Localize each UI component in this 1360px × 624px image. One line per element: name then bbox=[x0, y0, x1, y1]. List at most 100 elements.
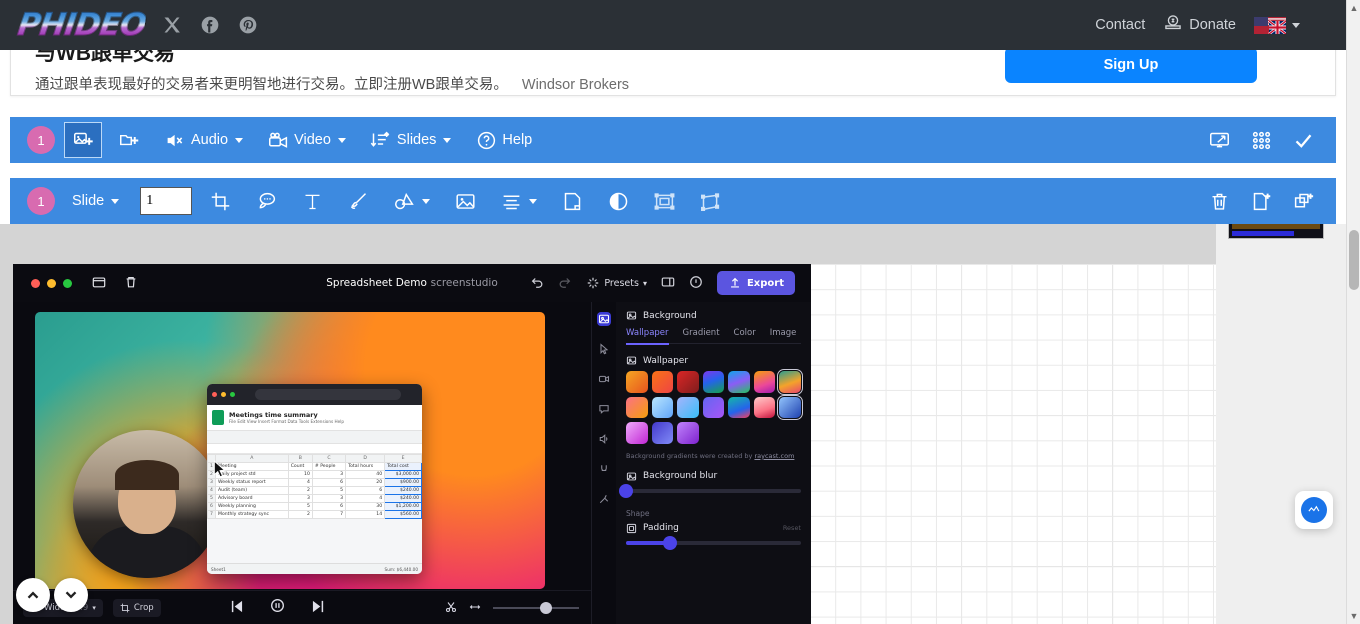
wallpaper-swatch-grid[interactable] bbox=[626, 371, 801, 444]
address-bar[interactable] bbox=[255, 389, 401, 400]
add-image-button[interactable] bbox=[65, 123, 101, 157]
table-cell[interactable]: 6 bbox=[312, 503, 345, 511]
insert-image-tool[interactable] bbox=[447, 184, 483, 218]
table-cell[interactable]: 3 bbox=[312, 471, 345, 479]
table-row[interactable]: 5Advisory board334$240.00 bbox=[208, 495, 422, 503]
table-cell[interactable]: Advisory board bbox=[216, 495, 289, 503]
panel-rail[interactable] bbox=[592, 302, 616, 624]
rail-comment-icon[interactable] bbox=[597, 402, 611, 416]
wallpaper-swatch[interactable] bbox=[652, 397, 674, 419]
webcam-bubble[interactable] bbox=[73, 430, 221, 578]
monitor-expand-icon[interactable] bbox=[1208, 129, 1230, 151]
table-cell[interactable]: $900.00 bbox=[385, 479, 422, 487]
table-cell[interactable]: $1,200.00 bbox=[385, 503, 422, 511]
minimize-dot[interactable] bbox=[47, 279, 56, 288]
table-cell[interactable]: $3,000.00 bbox=[385, 471, 422, 479]
screenstudio-preview-stage[interactable]: Meetings time summary File Edit View Ins… bbox=[13, 302, 591, 590]
slide-canvas-image[interactable]: Spreadsheet Demo screenstudio Presets ▾ … bbox=[13, 264, 811, 624]
maximize-dot[interactable] bbox=[63, 279, 72, 288]
scrollbar-thumb[interactable] bbox=[1349, 230, 1359, 290]
rail-background-icon[interactable] bbox=[597, 312, 611, 326]
help-menu[interactable]: Help bbox=[468, 123, 539, 157]
table-cell[interactable]: 2 bbox=[288, 487, 312, 495]
export-button[interactable]: Export bbox=[717, 271, 795, 295]
table-cell[interactable]: 14 bbox=[346, 511, 385, 519]
rail-camera-icon[interactable] bbox=[597, 372, 611, 386]
video-menu[interactable]: Video bbox=[260, 123, 353, 157]
table-cell[interactable]: 3 bbox=[312, 495, 345, 503]
wallpaper-swatch[interactable] bbox=[728, 397, 750, 419]
background-tab-wallpaper[interactable]: Wallpaper bbox=[626, 328, 669, 345]
background-tabs[interactable]: WallpaperGradientColorImage bbox=[626, 328, 801, 344]
comment-tool[interactable] bbox=[248, 184, 284, 218]
table-cell[interactable]: 40 bbox=[346, 471, 385, 479]
wallpaper-swatch[interactable] bbox=[754, 397, 776, 419]
table-cell[interactable]: $240.00 bbox=[385, 487, 422, 495]
donate-link[interactable]: Donate bbox=[1163, 13, 1236, 37]
table-cell[interactable]: 5 bbox=[312, 487, 345, 495]
background-tab-color[interactable]: Color bbox=[734, 328, 756, 338]
language-selector[interactable] bbox=[1254, 17, 1300, 34]
timeline-zoom-slider[interactable] bbox=[493, 607, 579, 609]
fit-width-icon[interactable] bbox=[469, 598, 481, 617]
undo-icon[interactable] bbox=[530, 275, 544, 292]
table-row[interactable]: 2Daily project std10340$3,000.00 bbox=[208, 471, 422, 479]
slide-dropdown[interactable]: Slide bbox=[65, 184, 126, 218]
table-row[interactable]: 6Weekly planning5630$1,200.00 bbox=[208, 503, 422, 511]
panel-toggle-icon[interactable] bbox=[661, 275, 675, 292]
skip-forward-button[interactable] bbox=[311, 598, 326, 617]
table-cell[interactable]: $560.00 bbox=[385, 511, 422, 519]
ad-signup-button[interactable]: Sign Up bbox=[1005, 47, 1257, 83]
sheet-formula-bar[interactable] bbox=[207, 444, 422, 454]
page-tool[interactable] bbox=[554, 184, 590, 218]
slide-thumbnail-panel[interactable] bbox=[1216, 224, 1346, 624]
redo-icon[interactable] bbox=[558, 275, 572, 292]
wallpaper-swatch[interactable] bbox=[703, 371, 725, 393]
crop-button[interactable]: Crop bbox=[113, 599, 161, 617]
shapes-tool[interactable] bbox=[386, 184, 437, 218]
wallpaper-swatch[interactable] bbox=[728, 371, 750, 393]
wallpaper-swatch[interactable] bbox=[754, 371, 776, 393]
rail-effects-icon[interactable] bbox=[597, 492, 611, 506]
wallpaper-swatch[interactable] bbox=[626, 397, 648, 419]
skip-back-button[interactable] bbox=[229, 598, 244, 617]
table-cell[interactable]: 20 bbox=[346, 479, 385, 487]
padding-reset[interactable]: Reset bbox=[783, 524, 801, 532]
background-blur-slider[interactable] bbox=[626, 489, 801, 493]
table-cell[interactable]: 3 bbox=[288, 495, 312, 503]
delete-slide-button[interactable] bbox=[1208, 190, 1230, 212]
next-slide-button[interactable] bbox=[54, 578, 88, 612]
text-tool[interactable] bbox=[294, 184, 330, 218]
sheet-menubar[interactable]: File Edit View Insert Format Data Tools … bbox=[229, 419, 344, 424]
slide-toolbar[interactable]: 1 Slide bbox=[10, 178, 1336, 224]
table-row[interactable]: 7Monthly strategy sync2714$560.00 bbox=[208, 511, 422, 519]
sheet-toolbar[interactable] bbox=[207, 431, 422, 444]
table-cell[interactable]: 7 bbox=[312, 511, 345, 519]
background-tab-gradient[interactable]: Gradient bbox=[683, 328, 720, 338]
table-cell[interactable]: 4 bbox=[288, 479, 312, 487]
background-blur-control[interactable]: Background blur bbox=[626, 471, 801, 493]
rail-cursor-icon[interactable] bbox=[597, 342, 611, 356]
help-circle-icon[interactable] bbox=[689, 275, 703, 292]
rail-audio-icon[interactable] bbox=[597, 432, 611, 446]
cut-icon[interactable] bbox=[445, 598, 457, 617]
wallpaper-swatch[interactable] bbox=[677, 371, 699, 393]
presets-menu[interactable]: Presets ▾ bbox=[586, 276, 647, 290]
close-dot[interactable] bbox=[31, 279, 40, 288]
trash-icon[interactable] bbox=[124, 274, 138, 293]
window-controls[interactable] bbox=[31, 279, 72, 288]
site-logo[interactable]: PHIDEO bbox=[15, 7, 148, 43]
table-row[interactable]: 3Weekly status report4620$900.00 bbox=[208, 479, 422, 487]
circle-grid-icon[interactable] bbox=[1250, 129, 1272, 151]
wallpaper-swatch[interactable] bbox=[677, 397, 699, 419]
duplicate-slide-button[interactable] bbox=[1292, 190, 1314, 212]
table-cell[interactable]: Monthly strategy sync bbox=[216, 511, 289, 519]
audio-menu[interactable]: Audio bbox=[157, 123, 250, 157]
table-cell[interactable]: 30 bbox=[346, 503, 385, 511]
brush-tool[interactable] bbox=[340, 184, 376, 218]
table-row[interactable]: 4Audit (team)256$240.00 bbox=[208, 487, 422, 495]
library-icon[interactable] bbox=[92, 274, 106, 293]
spreadsheet-window[interactable]: Meetings time summary File Edit View Ins… bbox=[207, 384, 422, 574]
wallpaper-swatch[interactable] bbox=[779, 371, 801, 393]
table-cell[interactable]: 6 bbox=[312, 479, 345, 487]
